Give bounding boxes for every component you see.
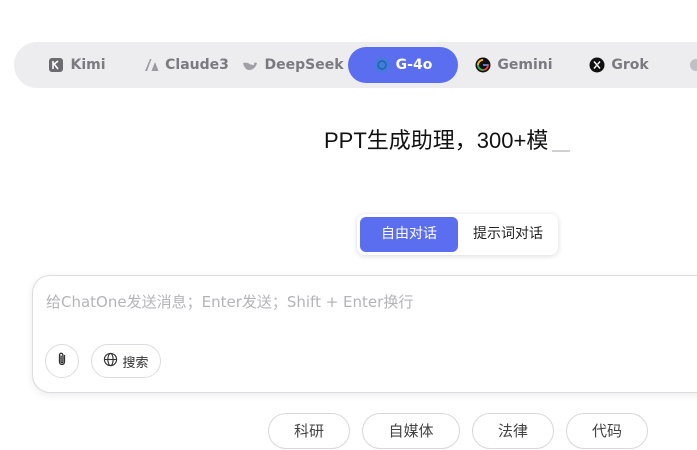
model-tab-label: Gemini bbox=[497, 57, 553, 73]
model-tab-claude3[interactable]: Claude3 bbox=[136, 47, 236, 83]
quick-tag-self-media[interactable]: 自媒体 bbox=[362, 413, 460, 449]
openai-icon bbox=[374, 57, 390, 73]
web-search-toggle[interactable]: 搜索 bbox=[91, 344, 161, 378]
model-tab-grok[interactable]: Grok bbox=[579, 47, 659, 83]
free-chat-mode-button[interactable]: 自由对话 bbox=[360, 217, 458, 252]
model-tab-deepseek[interactable]: DeepSeek bbox=[242, 47, 344, 83]
paperclip-icon bbox=[54, 351, 70, 371]
typing-caret bbox=[552, 150, 571, 152]
mode-switch: 自由对话 提示词对话 bbox=[357, 214, 558, 255]
attach-button[interactable] bbox=[45, 344, 79, 378]
model-tab-label: Grok bbox=[611, 57, 649, 73]
grok-icon bbox=[589, 57, 605, 73]
model-tab-label: Claude3 bbox=[165, 57, 229, 73]
kimi-icon bbox=[48, 57, 64, 73]
model-selector: Kimi Claude3 DeepSeek G-4o Gemini Grok bbox=[14, 42, 697, 88]
title-row: PPT生成助理，300+模 bbox=[324, 125, 571, 157]
search-toggle-label: 搜索 bbox=[122, 355, 149, 371]
deepseek-icon bbox=[242, 57, 258, 73]
page-title: PPT生成助理，300+模 bbox=[324, 128, 549, 153]
claude-icon bbox=[143, 57, 159, 73]
more-model-icon bbox=[688, 57, 697, 73]
quick-tag-research[interactable]: 科研 bbox=[268, 413, 350, 449]
quick-tag-code[interactable]: 代码 bbox=[566, 413, 648, 449]
model-tab-label: Kimi bbox=[70, 57, 106, 73]
model-tab-more[interactable] bbox=[688, 47, 697, 83]
chat-input-box: 搜索 bbox=[32, 275, 697, 393]
model-tab-gemini[interactable]: Gemini bbox=[469, 47, 559, 83]
chat-home: Kimi Claude3 DeepSeek G-4o Gemini Grok P… bbox=[0, 0, 697, 450]
model-tab-label: G-4o bbox=[395, 57, 433, 73]
model-tab-g4o[interactable]: G-4o bbox=[348, 47, 458, 83]
message-input[interactable] bbox=[44, 288, 688, 316]
gemini-icon bbox=[475, 57, 491, 73]
quick-tag-law[interactable]: 法律 bbox=[472, 413, 554, 449]
model-tab-label: DeepSeek bbox=[264, 57, 344, 73]
prompt-chat-mode-button[interactable]: 提示词对话 bbox=[460, 217, 556, 252]
globe-icon bbox=[103, 352, 118, 371]
model-tab-kimi[interactable]: Kimi bbox=[32, 47, 122, 83]
